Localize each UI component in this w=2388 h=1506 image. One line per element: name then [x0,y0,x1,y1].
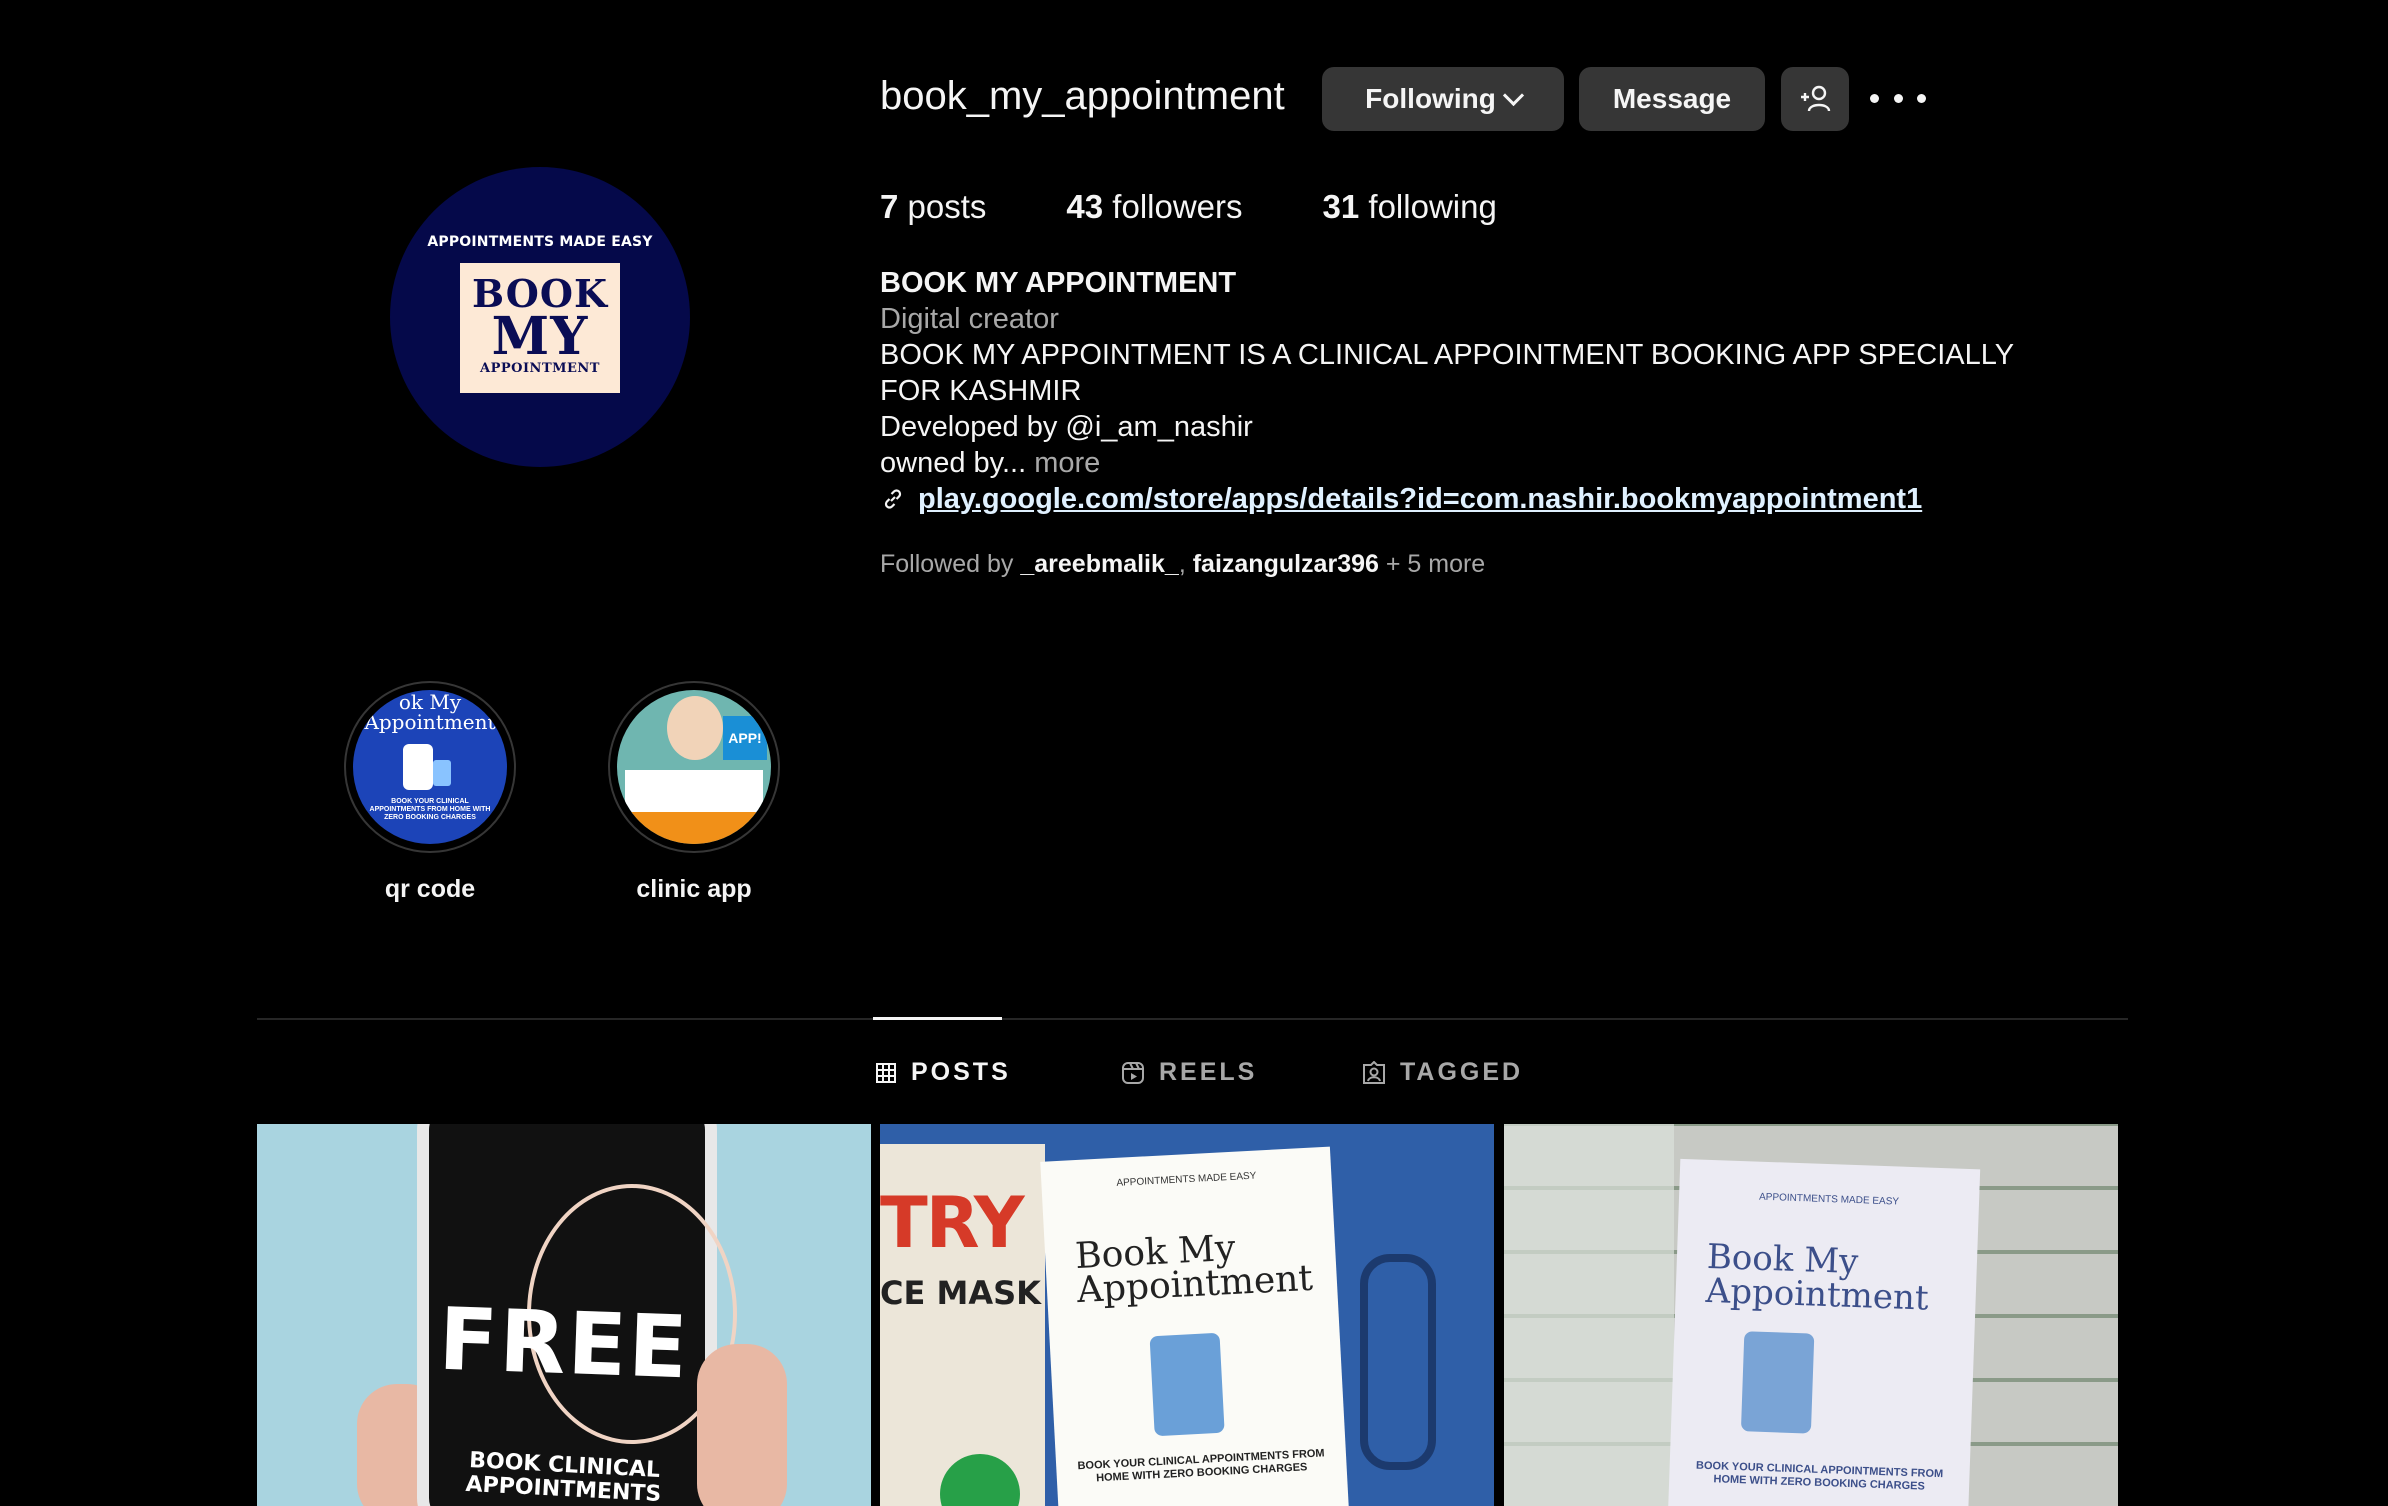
highlight-label: qr code [384,875,476,903]
followed-by-separator: , [1178,550,1186,578]
doctor-illustration [1740,1331,1815,1434]
grid-icon [876,1062,896,1083]
poster-tagline: APPOINTMENTS MADE EASY [1758,1191,1900,1208]
more-options-icon[interactable] [1870,78,1926,118]
post-thumbnail[interactable]: TRY CE MASK APPOINTMENTS MADE EASY Book … [880,1124,1494,1506]
highlight-thumb-badge: APP! [723,716,767,760]
poster-caption: BOOK YOUR CLINICAL APPOINTMENTS FROM HOM… [1077,1447,1325,1485]
chevron-down-icon [1502,84,1524,106]
phone-illustration [433,760,451,786]
person-photo [667,696,723,760]
message-button-label: Message [1612,83,1732,114]
poster-caption: BOOK YOUR CLINICAL APPOINTMENTS FROM HOM… [1695,1459,1944,1493]
logo-decoration [1360,1254,1436,1470]
post-thumbnail[interactable]: FREE BOOK CLINICAL APPOINTMENTS [257,1124,871,1506]
profile-category: Digital creator [880,303,1059,335]
followed-by-more: + 5 more [1385,550,1486,578]
highlight-thumb-text: ok My Appointment [364,690,496,734]
poster-title: Book My Appointment [1074,1227,1314,1312]
post-thumbnail[interactable]: APPOINTMENTS MADE EASY Book My Appointme… [1504,1124,2118,1506]
active-tab-indicator [873,1017,1002,1020]
avatar-logo: BOOK MY APPOINTMENT [460,263,620,393]
following-button[interactable]: Following [1322,67,1564,131]
post-side-text: CE MASK [880,1274,1041,1312]
followed-by-user[interactable]: faizangulzar396 [1193,550,1379,578]
profile-avatar[interactable]: APPOINTMENTS MADE EASY BOOK MY APPOINTME… [390,167,690,467]
tab-label: TAGGED [1400,1058,1524,1086]
highlight-ring: ok My Appointment BOOK YOUR CLINICAL APP… [344,681,516,853]
followed-by-user[interactable]: _areebmalik_ [1020,550,1178,578]
reels-icon [1122,1061,1144,1084]
story-highlight[interactable]: APP! clinic app [606,681,782,904]
tab-reels[interactable]: REELS [1121,1058,1257,1087]
logo-line-appointment: APPOINTMENT [480,361,600,376]
add-person-icon [1801,85,1831,112]
poster: APPOINTMENTS MADE EASY Book My Appointme… [1040,1146,1350,1506]
profile-display-name: BOOK MY APPOINTMENT [880,267,1237,299]
following-button-label: Following [1365,83,1496,114]
bio-line: owned by... more [880,445,2080,481]
post-side-text: TRY [880,1182,1025,1264]
tab-tagged[interactable]: TAGGED [1362,1058,1523,1087]
bio-link-text: play.google.com/store/apps/details?id=co… [918,483,1923,515]
story-highlight[interactable]: ok My Appointment BOOK YOUR CLINICAL APP… [342,681,518,904]
hand-illustration [697,1344,787,1506]
tab-label: POSTS [911,1058,1011,1086]
bio-line: BOOK MY APPOINTMENT IS A CLINICAL APPOIN… [880,339,2014,407]
link-icon [884,489,902,509]
highlight-label: clinic app [636,875,752,903]
highlight-thumbnail: ok My Appointment BOOK YOUR CLINICAL APP… [353,690,507,844]
glass-reflection [1504,1124,1674,1506]
tab-label: REELS [1159,1058,1258,1086]
bio-more-link[interactable]: more [1034,447,1100,479]
suggested-users-button[interactable] [1781,67,1849,131]
tabs-divider [257,1018,2128,1020]
profile-stats: 7 posts 43 followers 31 following [880,188,1577,226]
highlight-ring: APP! [608,681,780,853]
profile-username: book_my_appointment [880,74,1285,118]
doctor-illustration [1149,1332,1225,1437]
tab-posts[interactable]: POSTS [875,1058,1011,1087]
bio-line-text: owned by... [880,447,1027,479]
doctor-illustration [403,744,433,790]
orange-band [617,812,771,844]
screenshot-card [625,770,763,814]
avatar-tagline: APPOINTMENTS MADE EASY [427,234,653,250]
tagged-icon [1363,1060,1385,1084]
bio-external-link[interactable]: play.google.com/store/apps/details?id=co… [880,481,2080,517]
poster-title: Book My Appointment [1705,1236,1930,1319]
followed-by[interactable]: Followed by _areebmalik_, faizangulzar39… [880,550,1485,579]
posts-stat: 7 posts [880,188,987,225]
highlight-thumb-caption: BOOK YOUR CLINICAL APPOINTMENTS FROM HOM… [369,798,491,821]
logo-line-my: MY [491,306,589,367]
poster: APPOINTMENTS MADE EASY Book My Appointme… [1667,1158,1981,1506]
message-button[interactable]: Message [1579,67,1765,131]
followed-by-prefix: Followed by [880,550,1014,578]
following-stat[interactable]: 31 following [1323,188,1497,226]
bio-line: Developed by @i_am_nashir [880,411,1253,443]
highlight-thumbnail: APP! [617,690,771,844]
followers-stat[interactable]: 43 followers [1066,188,1242,226]
profile-bio: BOOK MY APPOINTMENT Digital creator BOOK… [880,265,2080,517]
poster-tagline: APPOINTMENTS MADE EASY [1116,1170,1257,1189]
